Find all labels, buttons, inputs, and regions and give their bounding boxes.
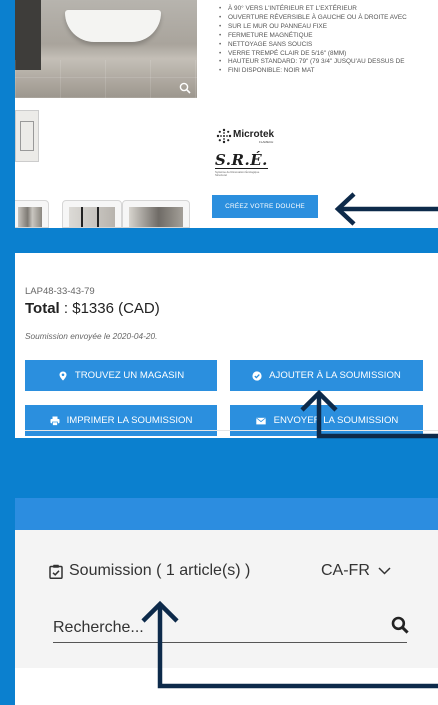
- language-label: CA-FR: [321, 562, 370, 579]
- feature-item: Ouverture réversible à gauche ou à droit…: [216, 14, 438, 23]
- clipboard-check-icon: [49, 564, 63, 579]
- search-icon[interactable]: [391, 616, 409, 634]
- quote-sent-note: Soumission envoyée le 2020-04-20.: [25, 331, 158, 341]
- feature-item: Nettoyage sans soucis: [216, 41, 438, 50]
- feature-item: Fermeture magnétique: [216, 32, 438, 41]
- print-quote-label: Imprimer la soumission: [66, 415, 193, 426]
- add-to-quote-button[interactable]: Ajouter à la soumission: [230, 360, 423, 391]
- feature-list: À 90° vers l'intérieur et l'extérieur Ou…: [216, 5, 438, 76]
- zoom-icon[interactable]: [179, 82, 191, 94]
- divider: [25, 430, 438, 431]
- send-quote-label: Envoyer la soumission: [273, 415, 399, 426]
- quote-link[interactable]: Soumission ( 1 article(s) ): [49, 562, 250, 580]
- printer-icon: [50, 416, 60, 426]
- total-label: Total: [25, 300, 60, 317]
- top-blue-bar: [15, 498, 438, 530]
- feature-item: À 90° vers l'intérieur et l'extérieur: [216, 5, 438, 14]
- feature-item-continued: sur le mur ou panneau fixe: [216, 23, 438, 32]
- gallery-thumbnail[interactable]: [122, 200, 190, 228]
- gallery-thumbnail[interactable]: [62, 200, 122, 228]
- microtek-logo-mark: [216, 128, 232, 144]
- microtek-logo-subtext: FLAMECH: [259, 140, 274, 144]
- gallery-thumbnail[interactable]: [15, 200, 49, 228]
- quote-summary-panel: LAP48-33-43-79 Total : $1336 (CAD) Soumi…: [15, 253, 438, 438]
- feature-item: Hauteur standard: 79" (79 3/4" jusqu'au …: [216, 58, 438, 67]
- sre-logo-subtext: Système de Rénovation Écologique Structu…: [215, 170, 260, 178]
- sre-logo-text: S.R.É.: [215, 151, 268, 169]
- feature-item: Verre trempé clair de 5/16" (8mm): [216, 50, 438, 59]
- quote-total: Total : $1336 (CAD): [25, 300, 160, 317]
- header-band: [15, 530, 438, 668]
- send-quote-button[interactable]: Envoyer la soumission: [230, 405, 423, 436]
- language-selector[interactable]: CA-FR: [321, 562, 391, 580]
- add-to-quote-label: Ajouter à la soumission: [269, 370, 401, 381]
- product-sku: LAP48-33-43-79: [25, 286, 95, 297]
- quote-link-label: Soumission ( 1 article(s) ): [69, 562, 251, 579]
- check-circle-icon: [252, 370, 262, 381]
- product-main-photo[interactable]: [15, 0, 197, 98]
- photo-bathtub: [65, 10, 161, 42]
- envelope-icon: [255, 417, 266, 424]
- search-input[interactable]: [53, 613, 407, 643]
- print-quote-button[interactable]: Imprimer la soumission: [25, 405, 217, 436]
- total-value: : $1336 (CAD): [59, 300, 160, 317]
- sre-logo: S.R.É. Système de Rénovation Écologique …: [215, 152, 268, 178]
- photo-floor: [15, 60, 197, 98]
- header-panel: Soumission ( 1 article(s) ) CA-FR: [15, 498, 438, 705]
- chevron-down-icon: [378, 567, 391, 575]
- product-details-panel: À 90° vers l'intérieur et l'extérieur Ou…: [15, 0, 438, 228]
- feature-item: Fini disponible: noir mat: [216, 67, 438, 76]
- create-shower-button[interactable]: Créez votre douche: [212, 195, 318, 218]
- microtek-logo: Microtek FLAMECH: [216, 126, 336, 148]
- map-pin-icon: [59, 371, 67, 381]
- microtek-logo-text: Microtek: [233, 129, 275, 140]
- find-store-label: Trouvez un magasin: [74, 370, 185, 381]
- side-thumbnail[interactable]: [15, 110, 39, 162]
- find-store-button[interactable]: Trouvez un magasin: [25, 360, 217, 391]
